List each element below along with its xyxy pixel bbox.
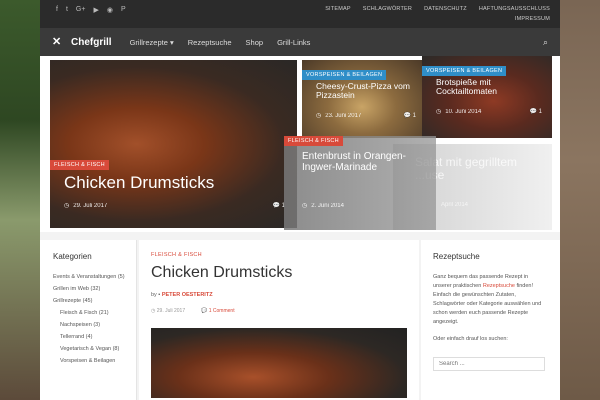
recipe-search-link[interactable]: Rezeptsuche xyxy=(483,283,515,289)
toplink-impressum[interactable]: Impressum xyxy=(515,14,550,24)
nav-item-shop[interactable]: Shop xyxy=(246,38,264,47)
nav-item-grillrezepte[interactable]: Grillrezepte ▾ xyxy=(130,38,174,47)
clock-icon: ◷ xyxy=(151,308,156,314)
category-badge[interactable]: Fleisch & Fisch xyxy=(50,160,109,170)
post-title[interactable]: Chicken Drumsticks xyxy=(151,264,407,282)
main-content: Fleisch & Fisch Chicken Drumsticks by ▪ … xyxy=(139,240,419,400)
post-category[interactable]: Fleisch & Fisch xyxy=(151,252,407,258)
post-date-text: 29. Juli 2017 xyxy=(156,308,186,314)
featured-title[interactable]: Brotspieße mit Cocktailtomaten xyxy=(436,78,546,96)
featured-date: 29. Juli 2017 xyxy=(73,202,108,209)
comment-number: 1 xyxy=(538,109,542,115)
sidebar-left: Kategorien Events & Veranstaltungen (5) … xyxy=(40,240,137,400)
featured-grid: Fleisch & Fisch Chicken Drumsticks ◷ 29. … xyxy=(40,56,560,232)
featured-pizza[interactable]: Vorspeisen & Beilagen Cheesy-Crust-Pizza… xyxy=(302,60,422,138)
category-item[interactable]: Grillen im Web (32) xyxy=(53,285,136,293)
post-date: ◷ 29. Juli 2017 xyxy=(151,308,185,314)
background-left xyxy=(0,0,40,400)
top-bar: f t G+ ▶ ◉ P Sitemap Schlagwörter Datens… xyxy=(40,0,560,28)
by-label: by xyxy=(151,292,157,298)
search-intro-end: finden! Einfach die gewünschten Zutaten,… xyxy=(433,283,542,325)
social-links: f t G+ ▶ ◉ P xyxy=(56,4,126,14)
comment-icon: 💬 xyxy=(272,203,280,209)
featured-spiess[interactable]: Vorspeisen & Beilagen Brotspieße mit Coc… xyxy=(422,56,552,138)
featured-meta: ◷ 23. Juni 2017 xyxy=(316,112,362,120)
comment-icon: 💬 xyxy=(529,109,537,115)
nav-item-rezeptsuche[interactable]: Rezeptsuche xyxy=(188,38,232,47)
search-icon[interactable]: ⌕ xyxy=(543,37,548,48)
category-item[interactable]: Nachspeisen (3) xyxy=(53,321,136,329)
featured-meta: ◷ 2. Juni 2014 xyxy=(302,202,344,210)
grill-tools-icon: ✕ xyxy=(52,36,62,48)
search-heading: Rezeptsuche xyxy=(433,252,480,261)
background-right xyxy=(560,0,600,400)
search-intro: Ganz bequem das passende Rezept in unser… xyxy=(433,273,545,327)
featured-meta: ◷ 10. Juni 2014 xyxy=(436,108,482,116)
twitter-icon[interactable]: t xyxy=(66,6,68,14)
clock-icon: ◷ xyxy=(64,203,70,209)
comment-icon: 💬 xyxy=(201,308,208,314)
search-input[interactable] xyxy=(433,357,545,371)
category-item[interactable]: Events & Veranstaltungen (5) xyxy=(53,273,136,281)
featured-ente[interactable]: Fleisch & Fisch Entenbrust in Orangen-In… xyxy=(284,136,436,230)
category-item[interactable]: Vegetarisch & Vegan (8) xyxy=(53,345,136,353)
toplink-haftungsausschluss[interactable]: Haftungsausschluss xyxy=(479,4,550,14)
featured-date: 2. Juni 2014 xyxy=(311,202,344,209)
search-prompt: Oder einfach drauf los suchen: xyxy=(433,336,508,342)
category-item[interactable]: Vorspeisen & Beilagen xyxy=(53,357,136,365)
author-link[interactable]: Peter Oesteritz xyxy=(162,292,213,298)
comment-icon: 💬 xyxy=(403,113,411,119)
clock-icon: ◷ xyxy=(436,109,442,115)
featured-title[interactable]: Entenbrust in Orangen-Ingwer-Marinade xyxy=(302,151,430,173)
featured-date: 23. Juni 2017 xyxy=(325,112,362,119)
post-comments[interactable]: 💬 1 Comment xyxy=(201,308,234,314)
toplink-schlagwoerter[interactable]: Schlagwörter xyxy=(363,4,412,14)
post-comments-text: 1 Comment xyxy=(208,308,235,314)
category-item[interactable]: Grillrezepte (45) xyxy=(53,297,136,305)
comment-number: 1 xyxy=(412,113,416,119)
top-links: Sitemap Schlagwörter Datenschutz Haftung… xyxy=(320,4,550,24)
logo-text: Chefgrill xyxy=(71,36,112,48)
pinterest-icon[interactable]: P xyxy=(121,6,126,14)
user-icon: ▪ xyxy=(158,292,161,298)
nav-items: Grillrezepte ▾ Rezeptsuche Shop Grill-Li… xyxy=(130,38,543,47)
featured-date: April 2014 xyxy=(441,202,469,208)
categories-heading: Kategorien xyxy=(53,252,92,261)
featured-date: 10. Juni 2014 xyxy=(445,108,482,115)
post-author: by ▪ Peter Oesteritz xyxy=(151,292,407,298)
featured-meta: April 2014 xyxy=(441,202,468,208)
featured-title[interactable]: Chicken Drumsticks xyxy=(64,174,214,192)
clock-icon: ◷ xyxy=(316,113,322,119)
category-badge[interactable]: Vorspeisen & Beilagen xyxy=(302,70,387,80)
comment-count: 💬 1 xyxy=(404,112,417,119)
page: f t G+ ▶ ◉ P Sitemap Schlagwörter Datens… xyxy=(40,0,560,400)
toplink-sitemap[interactable]: Sitemap xyxy=(325,4,351,14)
category-badge[interactable]: Vorspeisen & Beilagen xyxy=(422,66,507,76)
facebook-icon[interactable]: f xyxy=(56,6,58,14)
post-meta: ◷ 29. Juli 2017 💬 1 Comment xyxy=(151,308,407,314)
main-nav: ✕ Chefgrill Grillrezepte ▾ Rezeptsuche S… xyxy=(40,28,560,56)
featured-meta: ◷ 29. Juli 2017 xyxy=(64,202,108,210)
category-item[interactable]: Tellerrand (4) xyxy=(53,333,136,341)
google-plus-icon[interactable]: G+ xyxy=(76,6,86,14)
clock-icon: ◷ xyxy=(302,203,308,209)
post-image[interactable] xyxy=(151,328,407,398)
comment-count: 💬 1 xyxy=(530,108,543,115)
featured-main[interactable]: Fleisch & Fisch Chicken Drumsticks ◷ 29. … xyxy=(50,60,297,228)
category-badge[interactable]: Fleisch & Fisch xyxy=(284,136,343,146)
sidebar-right: Rezeptsuche Ganz bequem das passende Rez… xyxy=(421,240,560,400)
featured-title[interactable]: Cheesy-Crust-Pizza vom Pizzastein xyxy=(316,82,416,100)
youtube-icon[interactable]: ▶ xyxy=(93,6,98,14)
rss-icon[interactable]: ◉ xyxy=(107,6,113,14)
toplink-datenschutz[interactable]: Datenschutz xyxy=(424,4,467,14)
logo[interactable]: ✕ Chefgrill xyxy=(52,35,112,49)
nav-item-grill-links[interactable]: Grill-Links xyxy=(277,38,310,47)
category-item[interactable]: Fleisch & Fisch (21) xyxy=(53,309,136,317)
